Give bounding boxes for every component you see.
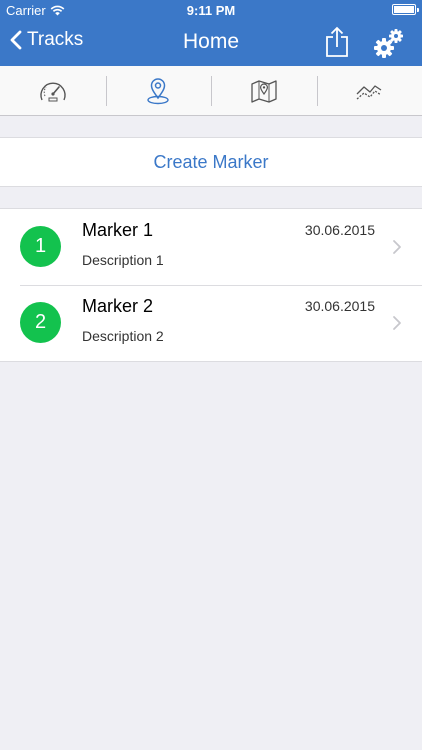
location-pin-icon xyxy=(147,77,169,104)
status-bar: Carrier 9:11 PM xyxy=(0,0,422,20)
tab-map[interactable] xyxy=(211,66,317,115)
marker-name: Marker 2 xyxy=(82,296,154,316)
chevron-right-icon xyxy=(393,316,401,330)
tab-chart[interactable] xyxy=(316,66,422,115)
create-marker-button[interactable]: Create Marker xyxy=(153,152,268,173)
gear-icon xyxy=(374,29,403,58)
share-icon xyxy=(326,26,348,57)
map-icon xyxy=(251,79,277,103)
top-bar: Carrier 9:11 PM Tracks Home xyxy=(0,0,422,66)
marker-date: 30.06.2015 xyxy=(304,298,375,314)
marker-number-badge: 1 xyxy=(20,226,61,267)
chevron-right-icon xyxy=(393,240,401,254)
navigation-bar: Tracks Home xyxy=(0,20,422,66)
marker-description: Description 1 xyxy=(82,252,164,268)
screen: Carrier 9:11 PM Tracks Home Create Marke… xyxy=(0,0,422,750)
marker-date: 30.06.2015 xyxy=(304,222,375,238)
battery-icon xyxy=(392,4,419,15)
chart-icon xyxy=(356,84,382,99)
list-item[interactable]: 2 Marker 2 Description 2 30.06.2015 xyxy=(0,285,422,361)
speedometer-icon xyxy=(40,82,66,101)
marker-name: Marker 1 xyxy=(82,220,154,240)
list-item[interactable]: 1 Marker 1 Description 1 30.06.2015 xyxy=(0,209,422,285)
marker-list: 1 Marker 1 Description 1 30.06.2015 2 Ma… xyxy=(0,208,422,362)
page-title: Home xyxy=(182,30,240,53)
settings-button[interactable] xyxy=(373,27,405,59)
share-button[interactable] xyxy=(324,26,350,58)
marker-description: Description 2 xyxy=(82,328,164,344)
status-time: 9:11 PM xyxy=(186,3,236,18)
tab-bar xyxy=(0,66,422,116)
marker-number-badge: 2 xyxy=(20,302,61,343)
tab-speedometer[interactable] xyxy=(0,66,106,115)
tab-location[interactable] xyxy=(105,66,212,115)
create-marker-section: Create Marker xyxy=(0,137,422,187)
